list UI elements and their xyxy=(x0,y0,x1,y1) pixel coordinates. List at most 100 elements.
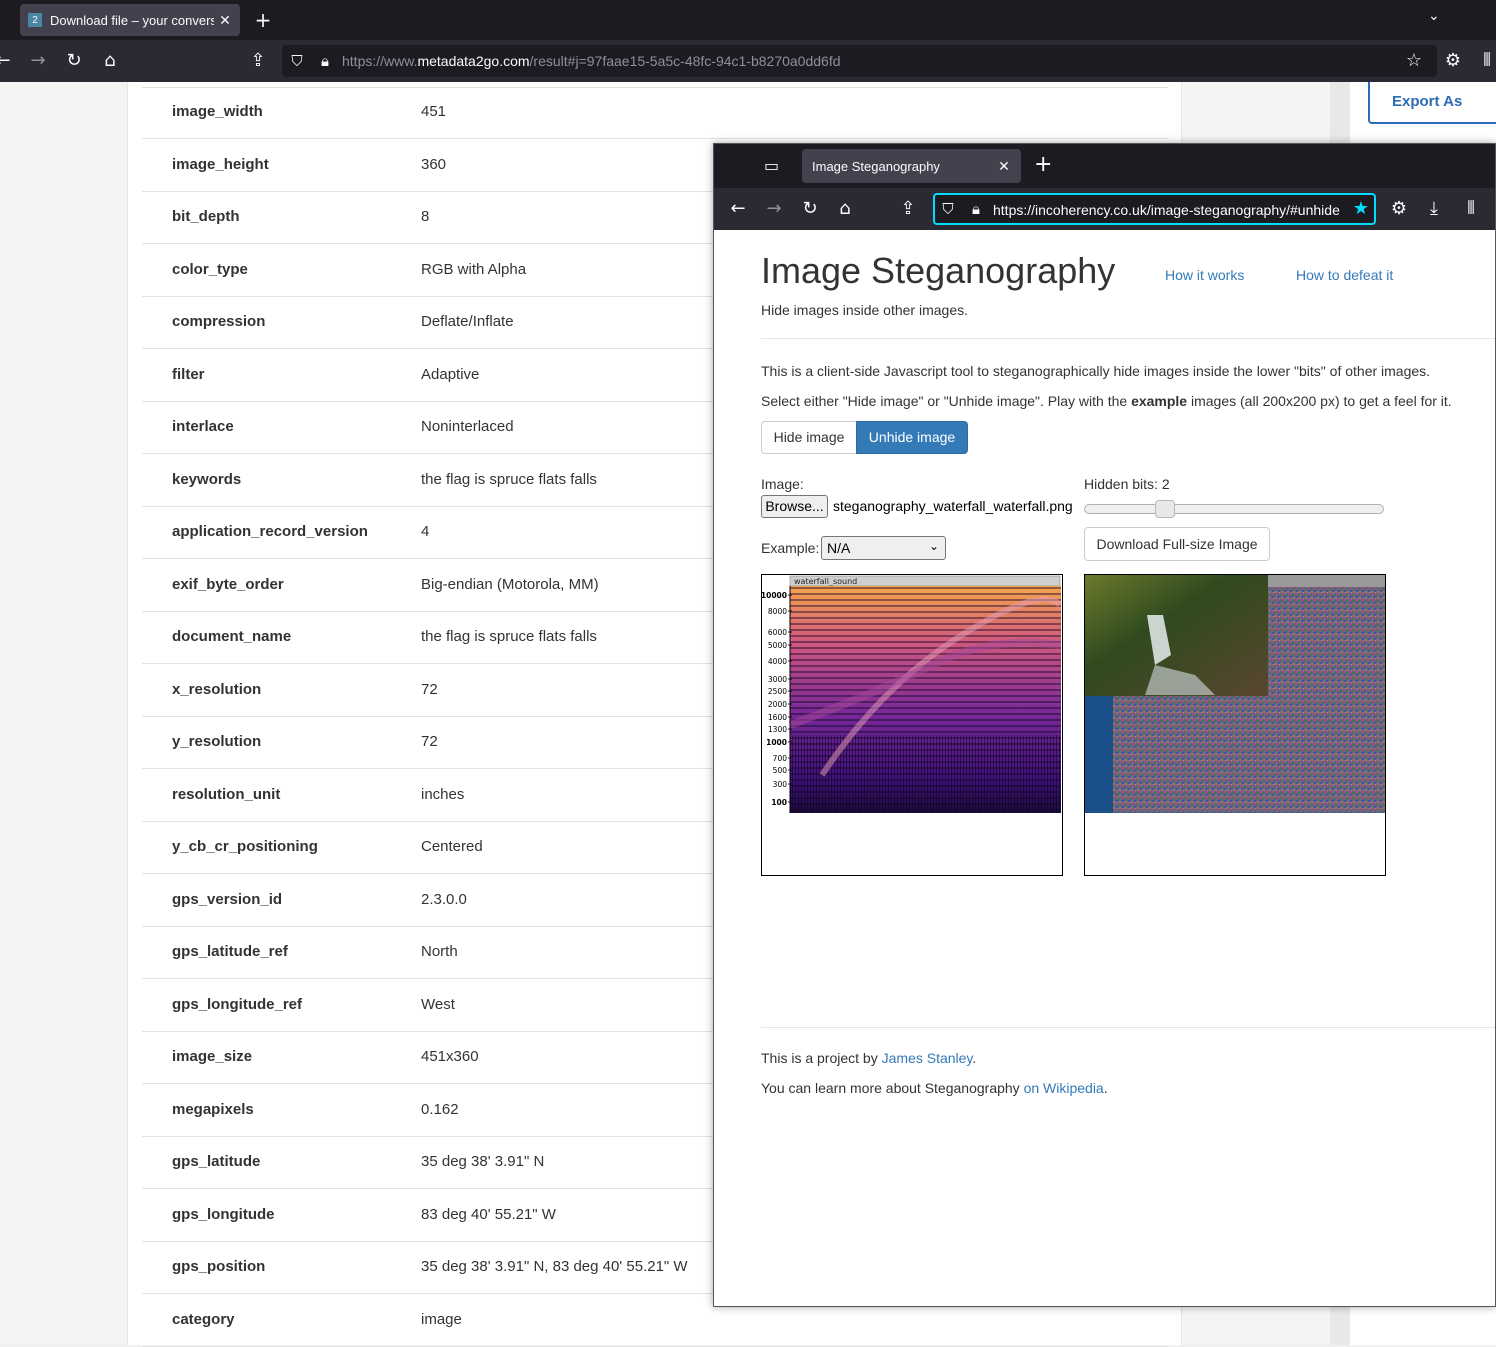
front-url-bar[interactable]: ⛉ 🔒︎ https://incoherency.co.uk/image-ste… xyxy=(933,193,1376,225)
metadata-key: gps_longitude xyxy=(172,1205,275,1223)
metadata-key: gps_position xyxy=(172,1258,266,1275)
hidden-bits-slider[interactable] xyxy=(1084,500,1384,518)
download-full-size-button[interactable]: Download Full-size Image xyxy=(1084,527,1270,561)
metadata-key: application_record_version xyxy=(172,523,368,540)
save-to-pocket-icon[interactable]: ⇪ xyxy=(897,198,919,220)
downloads-icon[interactable]: ⤓ xyxy=(1423,198,1445,220)
metadata-key: gps_latitude_ref xyxy=(172,943,288,960)
metadata-value: 35 deg 38' 3.91" N xyxy=(421,1153,545,1170)
metadata-key: y_resolution xyxy=(172,733,262,750)
export-as-button[interactable]: Export As xyxy=(1368,82,1496,124)
forward-arrow-icon[interactable]: → xyxy=(27,50,49,72)
metadata-value: image xyxy=(421,1310,462,1328)
home-icon[interactable]: ⌂ xyxy=(834,198,856,220)
image-field-label: Image: xyxy=(761,476,804,492)
metadata-value: 0.162 xyxy=(421,1100,459,1118)
metadata-value: inches xyxy=(421,785,465,803)
page-subtitle: Hide images inside other images. xyxy=(761,302,968,318)
metadata-key: bit_depth xyxy=(172,208,240,225)
spectrogram-tick-label: 8000 xyxy=(768,607,787,616)
home-icon[interactable]: ⌂ xyxy=(99,50,121,72)
metadata-key: image_size xyxy=(172,1048,253,1065)
front-nav-bar: ← → ↻ ⌂ ⇪ ⛉ 🔒︎ https://incoherency.co.uk… xyxy=(714,188,1495,230)
metadata-key: exif_byte_order xyxy=(172,575,284,593)
metadata-key: document_name xyxy=(172,628,292,645)
padlock-icon[interactable]: 🔒︎ xyxy=(965,198,987,220)
back-arrow-icon[interactable]: ← xyxy=(727,198,749,220)
spectrogram-tick-label: 2500 xyxy=(768,687,787,696)
hide-image-button[interactable]: Hide image xyxy=(761,421,857,454)
new-tab-button[interactable]: + xyxy=(1034,152,1052,177)
metadata-key: gps_longitude_ref xyxy=(172,995,303,1013)
revealed-image-canvas xyxy=(1084,574,1386,876)
steganography-browser-window: ▭ Image Steganography ✕ + ← → ↻ ⌂ ⇪ ⛉ 🔒︎… xyxy=(713,143,1496,1307)
back-nav-bar: ← → ↻ ⌂ ⇪ ⛉ 🔒︎ https://www.metadata2go.c… xyxy=(0,40,1496,82)
metadata-key: image_height xyxy=(172,155,269,173)
padlock-icon[interactable]: 🔒︎ xyxy=(314,50,336,72)
metadata-key: megapixels xyxy=(172,1100,254,1118)
example-select[interactable]: N/A ⌄ xyxy=(821,536,946,560)
close-tab-icon[interactable]: ✕ xyxy=(997,158,1011,175)
reload-icon[interactable]: ↻ xyxy=(63,50,85,72)
metadata-value: Noninterlaced xyxy=(421,418,514,435)
spectrogram-tick-label: 4000 xyxy=(768,657,787,666)
metadata-value: Deflate/Inflate xyxy=(421,313,514,330)
spectrogram-title: waterfall_sound xyxy=(794,577,857,586)
metadata-value: 360 xyxy=(421,155,447,173)
how-it-works-link[interactable]: How it works xyxy=(1165,267,1244,283)
intro-paragraph: This is a client-side Javascript tool to… xyxy=(761,363,1431,379)
bookmarked-star-icon[interactable]: ★ xyxy=(1350,198,1372,220)
metadata-value: the flag is spruce flats falls xyxy=(421,470,597,488)
metadata-key: keywords xyxy=(172,470,242,488)
metadata-value: Centered xyxy=(421,838,483,855)
steganography-tab[interactable]: Image Steganography ✕ xyxy=(802,149,1021,183)
spectrogram-image: waterfall_sound 10000 8000 6000 5000 4000 300… xyxy=(762,575,1062,875)
tracking-shield-icon[interactable]: ⛉ xyxy=(937,198,959,220)
metadata-value: 83 deg 40' 55.21" W xyxy=(421,1205,556,1223)
list-all-tabs-chevron-icon[interactable]: ⌄ xyxy=(1428,8,1440,24)
back-tab-title: Download file – your conversion xyxy=(50,12,214,28)
library-icon[interactable]: ⫴ xyxy=(1460,198,1482,220)
back-url-bar[interactable]: ⛉ 🔒︎ https://www.metadata2go.com/result#… xyxy=(282,45,1437,77)
selected-file-name: steganography_waterfall_waterfall.png xyxy=(833,498,1073,514)
new-tab-button[interactable]: + xyxy=(252,6,274,34)
footer-wikipedia: You can learn more about Steganography o… xyxy=(761,1080,1108,1096)
back-browser-tab[interactable]: 2 Download file – your conversion ✕ xyxy=(20,4,240,36)
metadata-value: 451x360 xyxy=(421,1048,479,1065)
metadata-key: category xyxy=(172,1310,235,1328)
metadata-value: 451 xyxy=(421,103,447,120)
back-arrow-icon[interactable]: ← xyxy=(0,50,14,72)
front-url-text[interactable]: https://incoherency.co.uk/image-steganog… xyxy=(993,202,1340,218)
spectrogram-tick-label: 2000 xyxy=(768,700,787,709)
metadata-value: Big-endian (Motorola, MM) xyxy=(421,575,599,593)
metadata-key: x_resolution xyxy=(172,680,262,698)
chevron-down-icon: ⌄ xyxy=(928,539,939,553)
spectrogram-tick-label: 1000 xyxy=(766,738,787,747)
metadata-key: gps_latitude xyxy=(172,1153,261,1170)
library-icon[interactable]: ⫴ xyxy=(1476,50,1496,72)
front-tab-title: Image Steganography xyxy=(812,158,940,174)
forward-arrow-icon[interactable]: → xyxy=(763,198,785,220)
metadata2go-favicon-icon: 2 xyxy=(28,13,42,27)
browse-file-button[interactable]: Browse... xyxy=(761,495,828,518)
firefox-view-icon[interactable]: ▭ xyxy=(764,156,779,175)
footer-divider xyxy=(761,1027,1495,1028)
metadata-value: North xyxy=(421,943,458,960)
james-stanley-link[interactable]: James Stanley xyxy=(882,1050,973,1066)
back-tab-bar: 2 Download file – your conversion ✕ + ⌄ xyxy=(0,0,1496,40)
spectrogram-tick-label: 1300 xyxy=(768,725,787,734)
wikipedia-link[interactable]: on Wikipedia xyxy=(1024,1080,1104,1096)
unhide-image-button[interactable]: Unhide image xyxy=(856,421,968,454)
spectrogram-tick-label: 500 xyxy=(773,766,788,775)
settings-gear-icon[interactable]: ⚙ xyxy=(1388,198,1410,220)
metadata-value: 2.3.0.0 xyxy=(421,890,467,908)
reload-icon[interactable]: ↻ xyxy=(799,198,821,220)
tracking-shield-icon[interactable]: ⛉ xyxy=(286,50,308,72)
slider-thumb[interactable] xyxy=(1155,500,1175,518)
save-to-pocket-icon[interactable]: ⇪ xyxy=(247,50,269,72)
back-url-text[interactable]: https://www.metadata2go.com/result#j=97f… xyxy=(342,53,841,69)
how-to-defeat-link[interactable]: How to defeat it xyxy=(1296,267,1393,283)
settings-gear-icon[interactable]: ⚙ xyxy=(1442,50,1464,72)
bookmark-star-icon[interactable]: ☆ xyxy=(1403,50,1425,72)
close-tab-icon[interactable]: ✕ xyxy=(218,12,232,29)
